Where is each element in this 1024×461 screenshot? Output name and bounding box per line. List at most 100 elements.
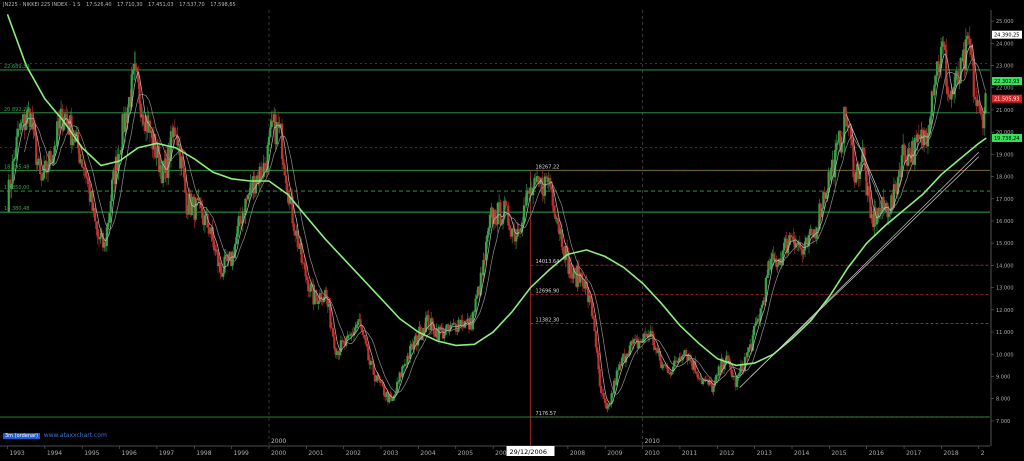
x-tick-label: 1999 (234, 450, 249, 457)
candle-body (397, 381, 400, 383)
candle-body (599, 385, 603, 393)
candle-body (887, 214, 890, 217)
candle-body (802, 250, 805, 255)
symbol-label: JN225 - NIKKEI 225 INDEX - 1 S (3, 2, 81, 8)
candle-body (522, 205, 526, 223)
candle-body (607, 404, 611, 407)
y-tick-label: 13.000 (996, 286, 1014, 292)
candle-body (203, 215, 207, 226)
timeframe-badge[interactable]: 3m (ordenar) (3, 433, 41, 439)
candle-body (745, 356, 748, 358)
x-tick-label: 2 (981, 450, 985, 457)
candle-body (593, 318, 596, 332)
candle-body (517, 229, 520, 232)
candle-body (248, 192, 251, 195)
candle-body (979, 106, 982, 114)
y-tick-label: 23.000 (996, 64, 1014, 70)
candle-body (371, 360, 374, 364)
candle-body (968, 38, 971, 45)
x-tick-label: 1994 (47, 450, 62, 457)
candle-body (331, 328, 335, 337)
candle-body (382, 386, 386, 396)
candle-body (972, 59, 975, 97)
candle-body (760, 304, 764, 309)
candle-body (854, 171, 858, 183)
candle-body (263, 162, 267, 168)
candle-body (836, 142, 839, 144)
candle-body (674, 360, 677, 362)
green-level-label: 22.689,34 (4, 64, 29, 70)
candle-body (983, 113, 986, 129)
candle-body (726, 355, 730, 359)
candle-body (537, 176, 540, 182)
candle-body (135, 67, 139, 73)
candle-body (590, 301, 594, 317)
candle-body (934, 75, 937, 85)
candle-body (800, 247, 803, 250)
candle-body (670, 371, 673, 375)
y-tick-label: 15.000 (996, 241, 1014, 247)
green-level-label: 16.380,48 (4, 206, 29, 212)
candle-body (134, 63, 137, 68)
candle-body (929, 116, 932, 125)
candle-body (305, 276, 308, 280)
candle-body (473, 311, 476, 313)
candle-body (616, 369, 620, 371)
chart-root: 22.689,34 20.892,28 18.295,48 17.350,00 16.3… (0, 0, 1024, 457)
candle-body (20, 122, 23, 124)
candle-body (367, 346, 370, 361)
trend-line (750, 156, 980, 377)
candle-body (110, 179, 114, 202)
readout-extra: 17.598,65 (210, 2, 236, 8)
candle-body (596, 347, 599, 353)
candle-body (186, 214, 190, 215)
candle-body (35, 135, 38, 165)
candle-body (632, 339, 635, 344)
trend-line (845, 114, 882, 199)
candle-body (453, 322, 456, 325)
candle-body (777, 259, 781, 265)
candle-body (487, 227, 490, 235)
candle-body (359, 319, 362, 326)
candle-body (933, 84, 936, 96)
x-tick-label: 2018 (943, 450, 958, 457)
candle-body (362, 331, 365, 335)
candle-body (95, 221, 98, 230)
candle-body (474, 298, 477, 312)
x-tick-label: 2013 (757, 450, 772, 457)
candle-body (475, 295, 478, 299)
candle-body (456, 331, 459, 332)
candle-body (138, 82, 141, 104)
watermark: www.ataxxchart.com (43, 432, 107, 439)
candle-body (746, 352, 749, 357)
readout-close: 17.537,70 (179, 2, 205, 8)
readout-low: 17.451,03 (148, 2, 174, 8)
candle-body (615, 370, 618, 385)
candle-body (207, 227, 210, 234)
candle-body (766, 275, 769, 279)
candle-body (594, 331, 597, 348)
x-tick-label: 1993 (9, 450, 24, 457)
candle-body (696, 373, 699, 379)
candle-body (852, 145, 855, 178)
x-tick-label: 2014 (794, 450, 809, 457)
x-tick-label: 2002 (346, 450, 361, 457)
candle-body (219, 262, 222, 274)
chart-footer: 3m (ordenar) www.ataxxchart.com (3, 432, 107, 439)
candle-body (108, 213, 111, 223)
x-tick-label: 2003 (383, 450, 398, 457)
candle-body (611, 393, 614, 394)
candle-body (450, 324, 454, 326)
candle-body (810, 228, 813, 235)
nikkei-chart[interactable]: 22.689,34 20.892,28 18.295,48 17.350,00 16.3… (0, 0, 1024, 457)
candle-body (284, 175, 288, 184)
candle-body (333, 336, 336, 349)
y-tick-label: 18.000 (996, 175, 1014, 181)
x-tick-label: 2010 (645, 450, 660, 457)
candle-body (803, 241, 807, 251)
candle-body (695, 371, 698, 374)
candle-body (504, 200, 507, 206)
candle-body (155, 156, 158, 158)
candle-body (754, 323, 757, 326)
x-tick-label: 2004 (420, 450, 435, 457)
